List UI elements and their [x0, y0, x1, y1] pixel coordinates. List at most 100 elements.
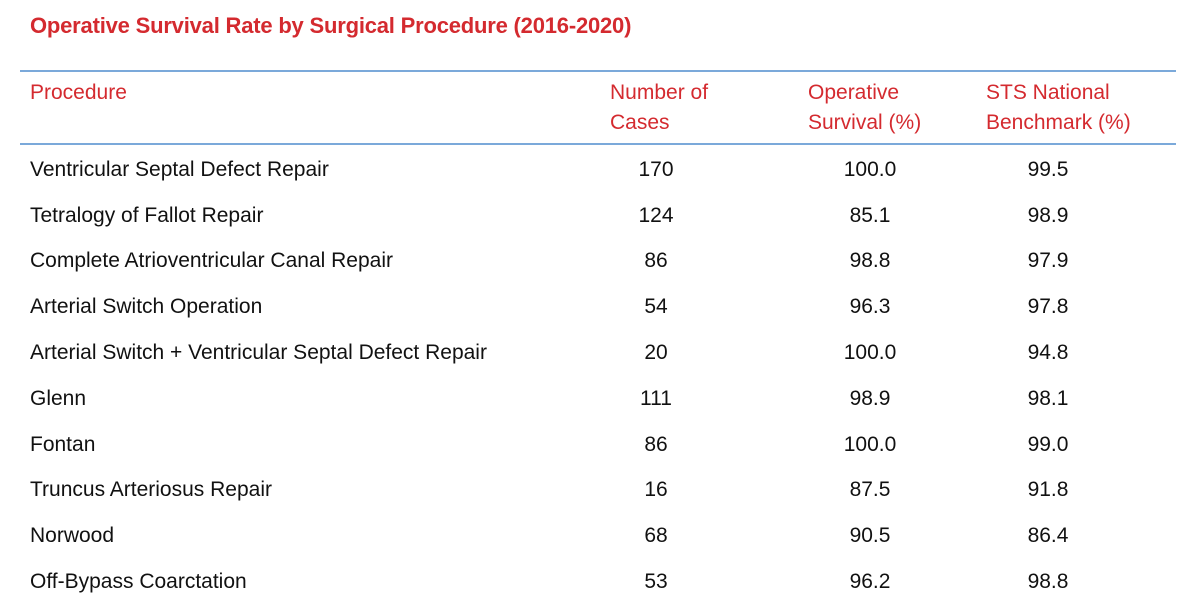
cell-sts-benchmark-value: 97.8 — [1027, 295, 1069, 319]
cell-procedure: Complete Atrioventricular Canal Repair — [20, 239, 610, 285]
cell-number-of-cases: 124 — [610, 193, 808, 239]
cell-operative-survival: 96.2 — [808, 559, 986, 605]
table-row: Fontan 86 100.0 99.0 — [20, 422, 1176, 468]
cell-number-of-cases: 54 — [610, 284, 808, 330]
cell-procedure-value: Fontan — [30, 432, 96, 456]
table-row: Arterial Switch + Ventricular Septal Def… — [20, 330, 1176, 376]
cell-sts-benchmark-value: 86.4 — [1027, 524, 1069, 548]
table-row: Arterial Switch Operation 54 96.3 97.8 — [20, 284, 1176, 330]
cell-operative-survival: 87.5 — [808, 468, 986, 514]
cell-sts-benchmark: 86.4 — [986, 513, 1176, 559]
cell-operative-survival-value: 98.8 — [849, 249, 891, 273]
table-row: Complete Atrioventricular Canal Repair 86… — [20, 239, 1176, 285]
cell-sts-benchmark-value: 94.8 — [1027, 341, 1069, 365]
header-cases-line2: Cases — [610, 111, 670, 134]
cell-operative-survival: 98.8 — [808, 239, 986, 285]
cell-sts-benchmark-value: 98.8 — [1027, 570, 1069, 594]
header-survival-line1: Operative — [808, 81, 900, 104]
cell-procedure: Fontan — [20, 422, 610, 468]
cell-number-of-cases: 16 — [610, 468, 808, 514]
survival-table: Procedure Number of Cases Operative Surv… — [20, 70, 1176, 605]
header-procedure: Procedure — [20, 71, 610, 144]
cell-number-of-cases-value: 20 — [644, 341, 668, 365]
cell-sts-benchmark: 97.9 — [986, 239, 1176, 285]
cell-operative-survival: 100.0 — [808, 422, 986, 468]
header-operative-survival: Operative Survival (%) — [808, 71, 986, 144]
cell-sts-benchmark-value: 98.1 — [1027, 386, 1069, 410]
cell-procedure: Glenn — [20, 376, 610, 422]
cell-operative-survival: 98.9 — [808, 376, 986, 422]
table-row: Tetralogy of Fallot Repair 124 85.1 98.9 — [20, 193, 1176, 239]
cell-number-of-cases-value: 86 — [644, 432, 668, 456]
cell-sts-benchmark: 97.8 — [986, 284, 1176, 330]
cell-procedure-value: Norwood — [30, 524, 115, 548]
cell-procedure-value: Arterial Switch Operation — [30, 295, 263, 319]
cell-operative-survival-value: 100.0 — [843, 341, 897, 365]
header-survival-line2: Survival (%) — [808, 111, 922, 134]
cell-operative-survival-value: 87.5 — [849, 478, 891, 502]
header-benchmark-line2: Benchmark (%) — [986, 111, 1131, 134]
cell-operative-survival-value: 100.0 — [843, 432, 897, 456]
cell-number-of-cases: 86 — [610, 239, 808, 285]
cell-procedure-value: Glenn — [30, 386, 87, 410]
cell-sts-benchmark-value: 97.9 — [1027, 249, 1069, 273]
cell-procedure: Truncus Arteriosus Repair — [20, 468, 610, 514]
survival-table-container: Procedure Number of Cases Operative Surv… — [20, 70, 1176, 605]
cell-number-of-cases-value: 124 — [638, 203, 674, 227]
cell-sts-benchmark: 98.8 — [986, 559, 1176, 605]
cell-sts-benchmark-value: 91.8 — [1027, 478, 1069, 502]
cell-operative-survival: 96.3 — [808, 284, 986, 330]
cell-operative-survival: 100.0 — [808, 330, 986, 376]
cell-operative-survival: 100.0 — [808, 144, 986, 193]
cell-sts-benchmark: 98.1 — [986, 376, 1176, 422]
header-procedure-label: Procedure — [30, 81, 127, 104]
cell-operative-survival-value: 90.5 — [849, 524, 891, 548]
cell-number-of-cases: 111 — [610, 376, 808, 422]
table-body: Ventricular Septal Defect Repair 170 100.0… — [20, 144, 1176, 605]
cell-procedure: Norwood — [20, 513, 610, 559]
cell-number-of-cases-value: 16 — [644, 478, 668, 502]
cell-procedure: Tetralogy of Fallot Repair — [20, 193, 610, 239]
cell-sts-benchmark: 94.8 — [986, 330, 1176, 376]
cell-procedure-value: Off-Bypass Coarctation — [30, 570, 247, 594]
table-header: Procedure Number of Cases Operative Surv… — [20, 71, 1176, 144]
cell-procedure: Arterial Switch Operation — [20, 284, 610, 330]
cell-number-of-cases-value: 86 — [644, 249, 668, 273]
cell-procedure-value: Truncus Arteriosus Repair — [30, 478, 272, 502]
header-row: Procedure Number of Cases Operative Surv… — [20, 71, 1176, 144]
cell-procedure-value: Ventricular Septal Defect Repair — [30, 157, 329, 181]
cell-number-of-cases-value: 54 — [644, 295, 668, 319]
cell-number-of-cases: 53 — [610, 559, 808, 605]
table-row: Glenn 111 98.9 98.1 — [20, 376, 1176, 422]
table-row: Norwood 68 90.5 86.4 — [20, 513, 1176, 559]
table-title: Operative Survival Rate by Surgical Proc… — [30, 13, 632, 38]
table-row: Truncus Arteriosus Repair 16 87.5 91.8 — [20, 468, 1176, 514]
cell-sts-benchmark: 98.9 — [986, 193, 1176, 239]
cell-procedure-value: Complete Atrioventricular Canal Repair — [30, 249, 393, 273]
cell-sts-benchmark-value: 98.9 — [1027, 203, 1069, 227]
cell-sts-benchmark: 91.8 — [986, 468, 1176, 514]
cell-sts-benchmark-value: 99.0 — [1027, 432, 1069, 456]
header-cases-line1: Number of — [610, 81, 709, 104]
cell-number-of-cases: 170 — [610, 144, 808, 193]
table-row: Off-Bypass Coarctation 53 96.2 98.8 — [20, 559, 1176, 605]
cell-sts-benchmark: 99.0 — [986, 422, 1176, 468]
cell-operative-survival-value: 85.1 — [849, 203, 891, 227]
cell-sts-benchmark-value: 99.5 — [1027, 157, 1069, 181]
cell-operative-survival-value: 98.9 — [849, 386, 891, 410]
cell-number-of-cases-value: 170 — [638, 157, 674, 181]
header-benchmark-line1: STS National — [986, 81, 1110, 104]
header-sts-benchmark: STS National Benchmark (%) — [986, 71, 1176, 144]
cell-number-of-cases: 20 — [610, 330, 808, 376]
cell-operative-survival-value: 96.3 — [849, 295, 891, 319]
cell-number-of-cases: 68 — [610, 513, 808, 559]
cell-number-of-cases-value: 68 — [644, 524, 668, 548]
cell-procedure: Arterial Switch + Ventricular Septal Def… — [20, 330, 610, 376]
cell-operative-survival-value: 96.2 — [849, 570, 891, 594]
cell-procedure: Off-Bypass Coarctation — [20, 559, 610, 605]
table-row: Ventricular Septal Defect Repair 170 100.0… — [20, 144, 1176, 193]
cell-number-of-cases-value: 53 — [644, 570, 668, 594]
cell-operative-survival: 85.1 — [808, 193, 986, 239]
cell-number-of-cases-value: 111 — [640, 386, 672, 410]
cell-procedure-value: Arterial Switch + Ventricular Septal Def… — [30, 341, 487, 365]
